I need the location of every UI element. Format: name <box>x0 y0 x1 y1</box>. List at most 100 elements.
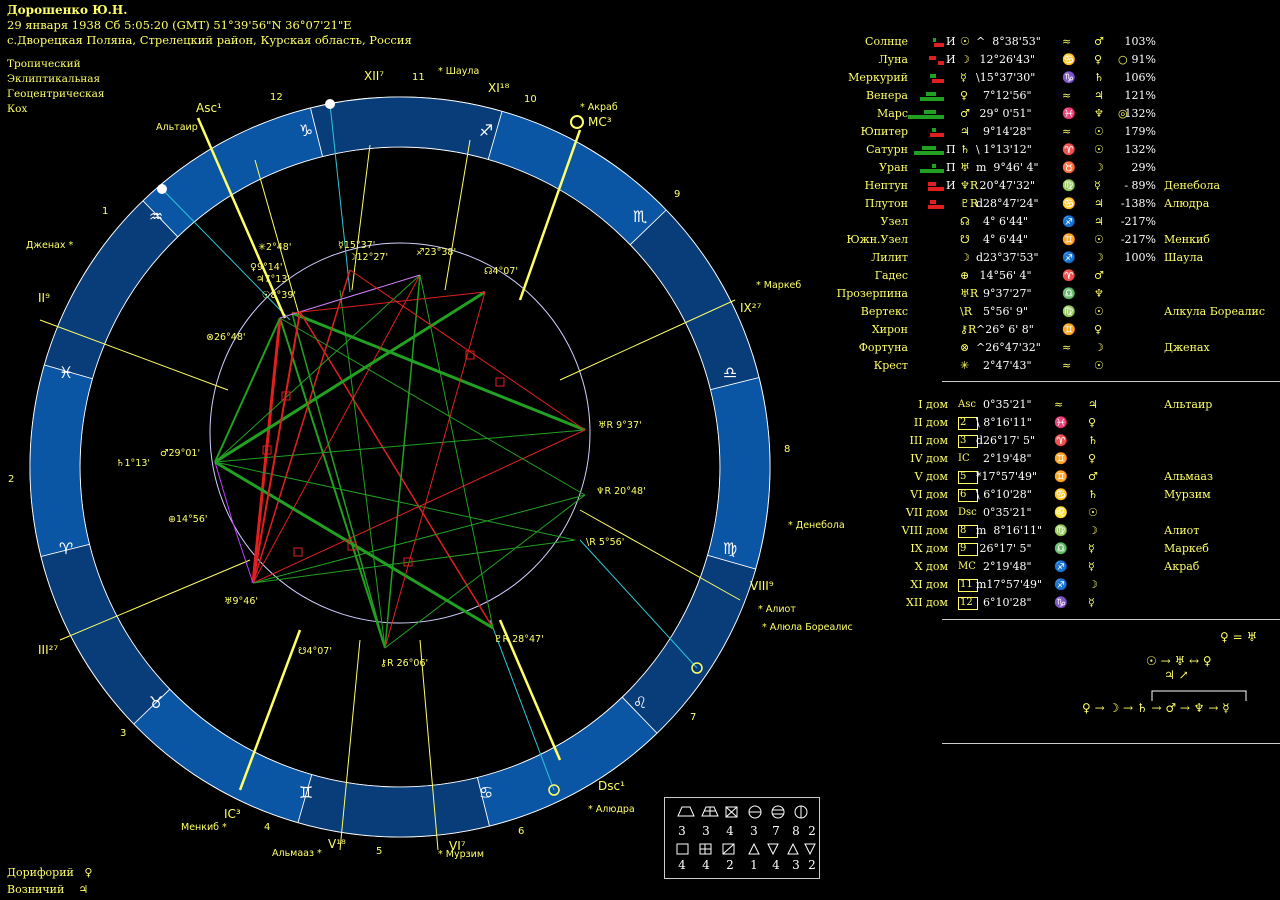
zodiac-sign-icon: ♎ <box>723 363 737 382</box>
planet-row[interactable]: Гадес ⊕ 14°56' 4" ♈ ♂ <box>800 267 1270 285</box>
house-row[interactable]: XII дом 12 6°10'28" ♑ ☿ <box>800 594 1270 612</box>
planet-degree: 4° 6'44" <box>976 233 1029 246</box>
relation-line-2: ☉ → ♅ ↔ ♀ <box>1146 654 1212 668</box>
house-row[interactable]: II дом 2 \ 8°16'11" ♓ ♀ <box>800 414 1270 432</box>
planet-percent: 132% <box>1124 143 1156 156</box>
fixed-stars-footer: Дорифорий ♀ Возничий ♃ <box>7 864 92 898</box>
planet-row[interactable]: Луна И ☽ 12°26'43" ♋ ♀ ○ 91% <box>800 51 1270 69</box>
birth-place: с.Дворецкая Поляна, Стрелецкий район, Ку… <box>7 33 412 47</box>
planet-row[interactable]: Венера ♀ 7°12'56" ≈ ♃ 121% <box>800 87 1270 105</box>
mc-marker <box>570 115 584 129</box>
house-symbol: 9 <box>958 543 978 556</box>
house-degree: 26°17' 5" <box>976 542 1032 555</box>
fixed-star-label: * Акраб <box>580 102 618 113</box>
planet-degree: ^26° 6' 8" <box>976 323 1034 336</box>
planet-percent: -217% <box>1120 215 1156 228</box>
planet-row[interactable]: Нептун И ♆R 20°47'32" ♍ ☿ - 89% Денебола <box>800 177 1270 195</box>
planet-ruler-icon: ☉ <box>1094 233 1104 246</box>
house-degree: 2°19'48" <box>976 452 1032 465</box>
house-symbol: 6 <box>958 489 978 502</box>
house-degree: m17°57'49" <box>976 578 1043 591</box>
planet-row[interactable]: Марс ♂ 29° 0'51" ♓ ♆ ◎ 132% <box>800 105 1270 123</box>
planet-strength-bar <box>908 360 944 374</box>
planet-degree: d23°37'53" <box>976 251 1039 264</box>
house-row[interactable]: VIII дом 8 m 8°16'11" ♍ ☽ Алиот <box>800 522 1270 540</box>
house-row[interactable]: XI дом 11 m17°57'49" ♐ ☽ <box>800 576 1270 594</box>
relation-line-3: ♃ ↗ <box>1164 668 1189 682</box>
planet-row[interactable]: Фортуна ⊗ ^26°47'32" ≈ ☽ Дженах <box>800 339 1270 357</box>
planet-row[interactable]: Хирон ⚷R ^26° 6' 8" ♊ ♀ <box>800 321 1270 339</box>
house-symbol: MC <box>958 561 976 572</box>
house-name: III дом <box>909 434 948 447</box>
aspect-line <box>279 317 586 496</box>
planet-row[interactable]: Крест ✳ 2°47'43" ≈ ☉ <box>800 357 1270 375</box>
house-row[interactable]: V дом 5 *17°57'49" ♊ ♂ Альмааз <box>800 468 1270 486</box>
house-degree: \ 8°16'11" <box>976 416 1032 429</box>
planet-relation: И <box>946 179 956 192</box>
aspect-count: 2 <box>726 858 734 872</box>
house-name: V дом <box>914 470 948 483</box>
house-sign-icon: ♊ <box>1054 470 1068 483</box>
planet-row[interactable]: Вертекс \R 5°56' 9" ♍ ☉ Алкула Бореалис <box>800 303 1270 321</box>
planet-percent: 106% <box>1124 71 1156 84</box>
planet-row[interactable]: Узел ☊ 4° 6'44" ♐ ♃ -217% <box>800 213 1270 231</box>
planet-sign-icon: ♎ <box>1062 287 1076 300</box>
planet-position-label: ♀9°14' <box>250 262 282 273</box>
house-row[interactable]: VI дом 6 \ 6°10'28" ♋ ♄ Мурзим <box>800 486 1270 504</box>
zodiac-sign-icon: ♊ <box>299 783 313 802</box>
planet-glyph-icon: ⊗ <box>960 341 970 354</box>
house-row[interactable]: VII дом Dsc 0°35'21" ♌ ☉ <box>800 504 1270 522</box>
planet-sign-icon: ≈ <box>1062 359 1072 372</box>
planet-glyph-icon: ☊ <box>960 215 970 228</box>
planet-strength-bar <box>908 90 944 104</box>
divider <box>942 381 1280 382</box>
planet-row[interactable]: Южн.Узел ☋ 4° 6'44" ♊ ☉ -217% Менкиб <box>800 231 1270 249</box>
house-row[interactable]: III дом 3 d26°17' 5" ♈ ♄ <box>800 432 1270 450</box>
planet-row[interactable]: Юпитер ♃ 9°14'28" ≈ ☉ 179% <box>800 123 1270 141</box>
planet-row[interactable]: Плутон ♇R d28°47'24" ♋ ♃ -138% Алюдра <box>800 195 1270 213</box>
chart-header: Дорошенко Ю.Н. 29 января 1938 Сб 5:05:20… <box>7 3 412 48</box>
cusp-label: IC³ <box>224 807 241 821</box>
zodiac-sign-icon: ♉ <box>149 693 163 712</box>
coordinate-type: Эклиптикальная <box>7 73 101 85</box>
planet-row[interactable]: Прозерпина ♅R 9°37'27" ♎ ♆ <box>800 285 1270 303</box>
planet-position-label: ♄1°13' <box>116 458 150 469</box>
planet-percent: 121% <box>1124 89 1156 102</box>
planet-ruler-icon: ♄ <box>1094 71 1104 84</box>
house-degree: d26°17' 5" <box>976 434 1036 447</box>
house-name: II дом <box>913 416 948 429</box>
planet-row[interactable]: Сатурн П ♄ \ 1°13'12" ♈ ☉ 132% <box>800 141 1270 159</box>
planet-percent: 179% <box>1124 125 1156 138</box>
house-number: 8 <box>784 444 790 455</box>
house-row[interactable]: IV дом IC 2°19'48" ♊ ♀ <box>800 450 1270 468</box>
house-sign-icon: ≈ <box>1054 398 1064 411</box>
planet-row[interactable]: Уран П ♅ m 9°46' 4" ♉ ☽ 29% <box>800 159 1270 177</box>
planet-degree: d28°47'24" <box>976 197 1039 210</box>
planet-name: Узел <box>880 215 908 228</box>
point-marker <box>325 99 335 109</box>
planet-sign-icon: ♍ <box>1062 179 1076 192</box>
house-row[interactable]: X дом MC 2°19'48" ♐ ☿ Акраб <box>800 558 1270 576</box>
aspect-line <box>279 317 386 649</box>
aspect-count: 3 <box>750 824 758 838</box>
house-row[interactable]: I дом Asc 0°35'21" ≈ ♃ Альтаир <box>800 396 1270 414</box>
planet-glyph-icon: ♂ <box>960 107 970 120</box>
planet-row[interactable]: Лилит ☽ d23°37'53" ♐ ☽ 100% Шаула <box>800 249 1270 267</box>
aspect-count: 4 <box>726 824 734 838</box>
house-row[interactable]: IX дом 9 26°17' 5" ♎ ☿ Маркеб <box>800 540 1270 558</box>
planet-strength-bar <box>908 162 944 176</box>
planet-row[interactable]: Меркурий ☿ \15°37'30" ♑ ♄ 106% <box>800 69 1270 87</box>
aspect-line <box>384 274 421 649</box>
planet-position-label: ⊗26°48' <box>206 332 246 343</box>
house-number: 4 <box>264 822 270 833</box>
planet-ruler-icon: ♂ <box>1094 35 1104 48</box>
planet-position-label: ✳2°48' <box>258 242 291 253</box>
house-name: I дом <box>918 398 948 411</box>
cusp-label: VIII⁹ <box>750 579 774 593</box>
fixed-star-label: * Алиот <box>758 604 796 615</box>
planet-ruler-icon: ☉ <box>1094 359 1104 372</box>
house-degree: 2°19'48" <box>976 560 1032 573</box>
relation-line-1: ♀ = ♅ <box>1220 630 1258 644</box>
house-symbol: IC <box>958 453 970 464</box>
planet-row[interactable]: Солнце И ☉ ^ 8°38'53" ≈ ♂ 103% <box>800 33 1270 51</box>
